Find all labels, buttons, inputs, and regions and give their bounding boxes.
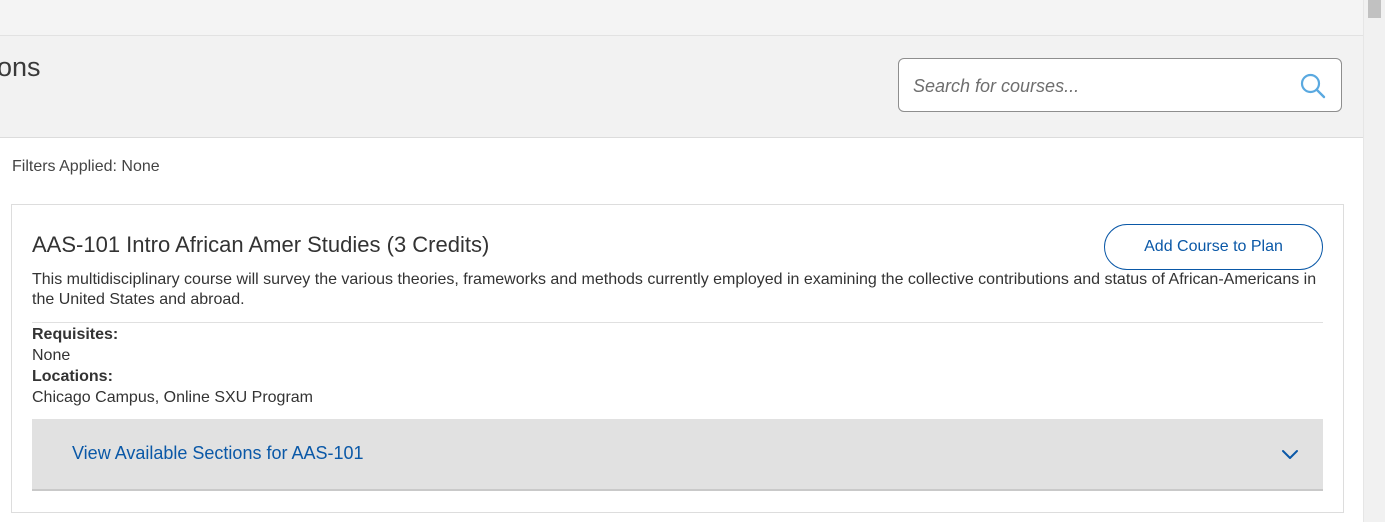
search-icon[interactable]: [1299, 72, 1327, 100]
page-title: ctions: [0, 52, 41, 82]
view-sections-toggle[interactable]: View Available Sections for AAS-101: [32, 419, 1323, 491]
course-card: AAS-101 Intro African Amer Studies (3 Cr…: [11, 204, 1344, 513]
top-strip: [0, 0, 1363, 36]
locations-value: Chicago Campus, Online SXU Program: [32, 389, 314, 406]
search-box[interactable]: [898, 58, 1342, 112]
vertical-scrollbar[interactable]: [1363, 0, 1385, 522]
course-title: AAS-101 Intro African Amer Studies (3 Cr…: [32, 232, 490, 257]
viewport: ctions Filters Applied: None AAS-101 Int…: [0, 0, 1385, 522]
divider: [32, 322, 1323, 323]
page-header: ctions: [0, 36, 1363, 138]
filters-applied: Filters Applied: None: [12, 158, 160, 175]
main-content: ctions Filters Applied: None AAS-101 Int…: [0, 0, 1363, 522]
locations-label: Locations:: [32, 368, 113, 385]
chevron-down-icon[interactable]: [1281, 445, 1299, 463]
requisites-value: None: [32, 347, 71, 364]
add-course-to-plan-button[interactable]: Add Course to Plan: [1104, 224, 1323, 270]
view-sections-label[interactable]: View Available Sections for AAS-101: [72, 443, 364, 464]
scrollbar-thumb[interactable]: [1368, 0, 1381, 18]
course-details: Requisites: None Locations: Chicago Camp…: [32, 324, 313, 408]
requisites-label: Requisites:: [32, 326, 119, 343]
course-description: This multidisciplinary course will surve…: [32, 271, 1317, 308]
search-input[interactable]: [913, 73, 1283, 99]
